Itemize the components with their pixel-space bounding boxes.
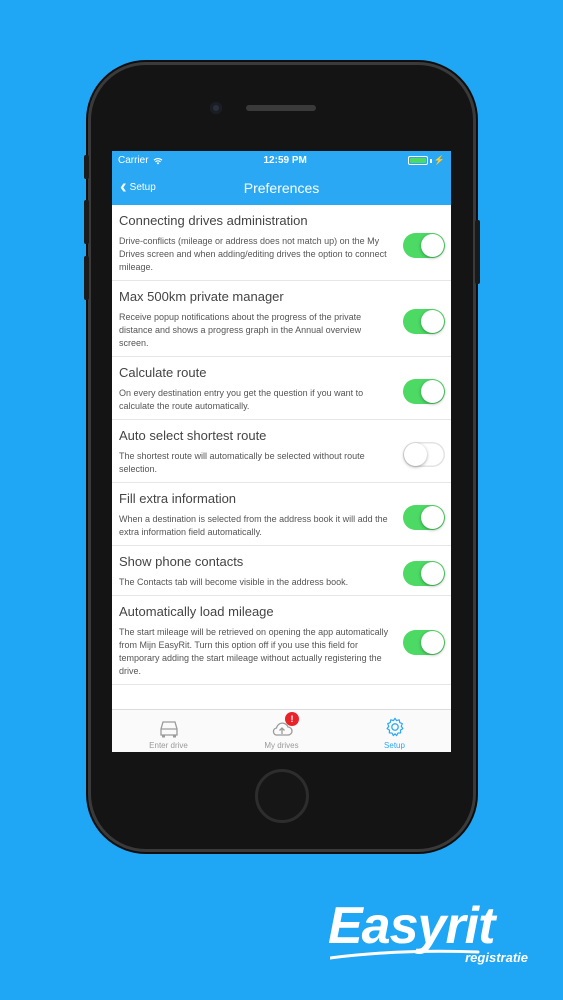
preference-title: Calculate route xyxy=(119,365,207,380)
wifi-icon xyxy=(153,157,162,164)
carrier-label: Carrier xyxy=(118,155,149,166)
preferences-list[interactable]: Connecting drives administration Drive-c… xyxy=(112,205,451,709)
connecting-drives-toggle[interactable] xyxy=(403,233,445,258)
preference-row-auto-shortest-route: Auto select shortest route The shortest … xyxy=(112,420,451,483)
battery-icon: ⚡ xyxy=(407,155,445,166)
car-icon xyxy=(159,721,178,738)
tab-label: Setup xyxy=(384,741,405,750)
volume-down-button xyxy=(84,256,89,300)
tab-label: My drives xyxy=(264,741,299,750)
home-button[interactable] xyxy=(255,769,309,823)
app-screen: Carrier 12:59 PM ⚡ ‹ Setup Preferences C… xyxy=(112,151,451,752)
preference-row-show-phone-contacts: Show phone contacts The Contacts tab wil… xyxy=(112,546,451,596)
back-button[interactable]: ‹ Setup xyxy=(120,170,156,205)
show-phone-contacts-toggle[interactable] xyxy=(403,561,445,586)
preference-title: Automatically load mileage xyxy=(119,604,274,619)
preference-title: Auto select shortest route xyxy=(119,428,267,443)
tab-enter-drive[interactable]: Enter drive xyxy=(112,710,225,752)
preference-title: Max 500km private manager xyxy=(119,289,284,304)
notification-badge: ! xyxy=(285,712,299,726)
preference-description: Drive-conflicts (mileage or address does… xyxy=(119,236,387,272)
preference-description: The start mileage will be retrieved on o… xyxy=(119,627,389,676)
preference-description: Receive popup notifications about the pr… xyxy=(119,312,362,348)
gear-icon xyxy=(386,717,403,737)
charging-icon: ⚡ xyxy=(433,155,445,165)
power-button xyxy=(475,220,480,284)
calculate-route-toggle[interactable] xyxy=(403,379,445,404)
preference-row-calculate-route: Calculate route On every destination ent… xyxy=(112,357,451,420)
preference-description: The Contacts tab will become visible in … xyxy=(119,577,349,587)
preference-row-auto-load-mileage: Automatically load mileage The start mil… xyxy=(112,596,451,685)
preference-row-fill-extra-info: Fill extra information When a destinatio… xyxy=(112,483,451,546)
preference-description: On every destination entry you get the q… xyxy=(119,388,364,411)
chevron-left-icon: ‹ xyxy=(120,175,127,198)
fill-extra-info-toggle[interactable] xyxy=(403,505,445,530)
preference-row-max-500km: Max 500km private manager Receive popup … xyxy=(112,281,451,357)
back-button-label: Setup xyxy=(129,182,156,193)
tab-bar: Enter drive ! My drives Setup xyxy=(112,709,451,752)
logo-swoosh xyxy=(330,949,480,960)
easyrit-logo: Easyrit registratie xyxy=(328,898,532,970)
auto-load-mileage-toggle[interactable] xyxy=(403,630,445,655)
logo-wordmark: Easyrit xyxy=(328,897,495,955)
page-title: Preferences xyxy=(243,179,320,196)
volume-up-button xyxy=(84,200,89,244)
auto-shortest-route-toggle[interactable] xyxy=(403,442,445,467)
status-bar: Carrier 12:59 PM ⚡ xyxy=(112,151,451,170)
preference-title: Fill extra information xyxy=(119,491,237,506)
navigation-bar: ‹ Setup Preferences xyxy=(112,170,451,205)
preference-description: The shortest route will automatically be… xyxy=(119,451,365,474)
tab-my-drives[interactable]: ! My drives xyxy=(225,710,338,752)
status-time: 12:59 PM xyxy=(263,155,307,166)
preference-row-connecting-drives: Connecting drives administration Drive-c… xyxy=(112,205,451,281)
tab-setup[interactable]: Setup xyxy=(338,710,451,752)
logo-subtitle: registratie xyxy=(465,950,528,965)
preference-title: Connecting drives administration xyxy=(119,213,308,228)
earpiece-speaker xyxy=(246,105,316,111)
preference-description: When a destination is selected from the … xyxy=(119,514,388,537)
front-camera xyxy=(210,102,222,114)
tab-label: Enter drive xyxy=(149,741,188,750)
mute-switch xyxy=(84,155,89,179)
max-500km-toggle[interactable] xyxy=(403,309,445,334)
preference-title: Show phone contacts xyxy=(119,554,244,569)
